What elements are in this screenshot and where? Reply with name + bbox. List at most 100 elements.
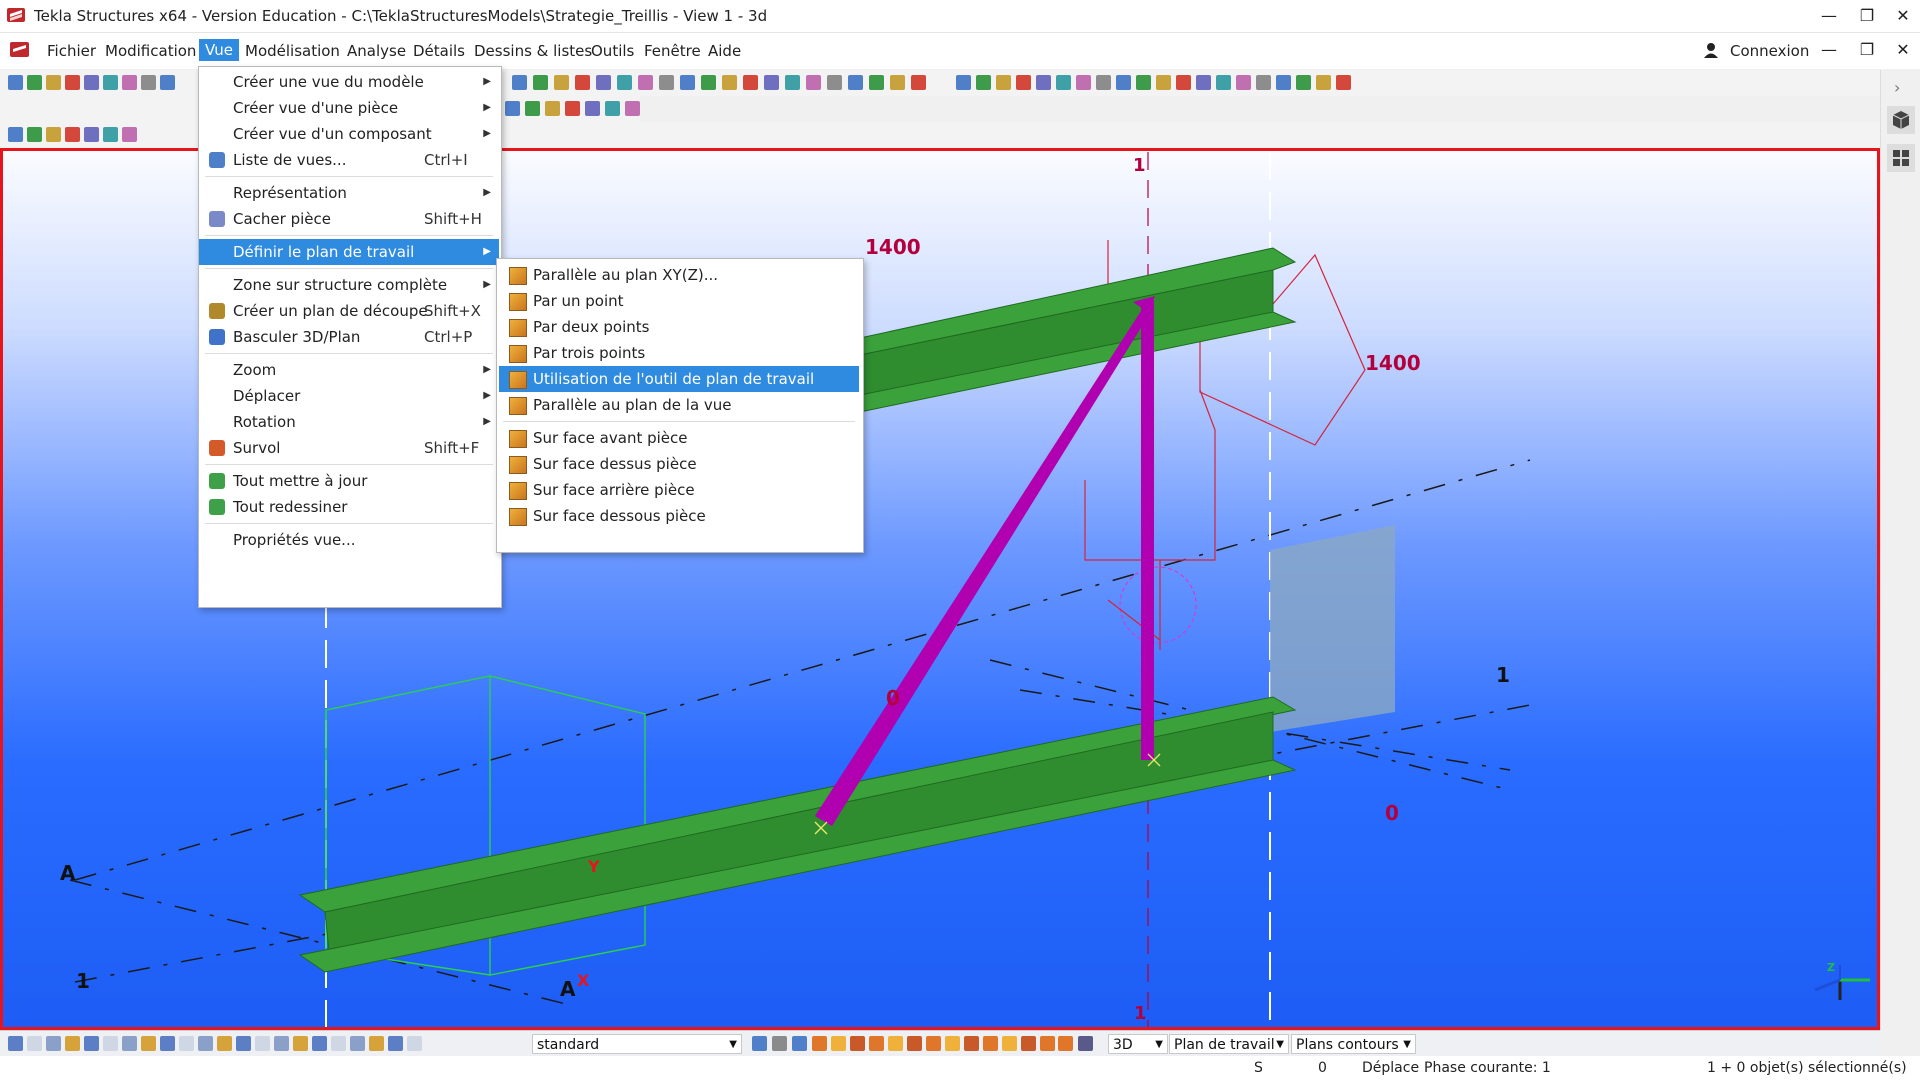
toolbar-tool-icon[interactable] <box>1096 75 1111 90</box>
toolbar-tool-icon[interactable] <box>976 75 991 90</box>
toolbar-tool-icon[interactable] <box>350 1036 365 1051</box>
toolbar-tool-icon[interactable] <box>388 1036 403 1051</box>
toolbar-tool-icon[interactable] <box>869 1036 884 1051</box>
toolbar-tool-icon[interactable] <box>911 75 926 90</box>
toolbar-tool-icon[interactable] <box>274 1036 289 1051</box>
login-button[interactable]: Connexion <box>1730 42 1809 60</box>
workplane-menu-item[interactable]: Parallèle au plan de la vue <box>499 392 859 418</box>
toolbar-tool-icon[interactable] <box>1216 75 1231 90</box>
toolbar-tool-icon[interactable] <box>122 75 137 90</box>
toolbar-tool-icon[interactable] <box>160 1036 175 1051</box>
vue-menu-item[interactable]: Zone sur structure complète ▶ <box>199 272 499 298</box>
minimize-button[interactable]: — <box>1812 4 1846 28</box>
toolbar-tool-icon[interactable] <box>701 75 716 90</box>
toolbar-tool-icon[interactable] <box>1040 1036 1055 1051</box>
toolbar-tool-icon[interactable] <box>407 1036 422 1051</box>
selection-filter-combo[interactable]: standard ▼ <box>532 1034 742 1054</box>
upper-beam[interactable] <box>859 247 1297 413</box>
workplane-menu-item[interactable]: Par trois points <box>499 340 859 366</box>
vue-menu-item[interactable]: Zoom ▶ <box>199 357 499 383</box>
toolbar-tool-icon[interactable] <box>638 75 653 90</box>
toolbar-tool-icon[interactable] <box>1036 75 1051 90</box>
toolbar-tool-icon[interactable] <box>956 75 971 90</box>
toolbar-tool-icon[interactable] <box>617 75 632 90</box>
toolbar-tool-icon[interactable] <box>27 127 42 142</box>
toolbar-tool-icon[interactable] <box>722 75 737 90</box>
toolbar-tool-icon[interactable] <box>983 1036 998 1051</box>
toolbar-tool-icon[interactable] <box>103 1036 118 1051</box>
doc-minimize-button[interactable]: — <box>1812 38 1846 62</box>
toolbar-tool-icon[interactable] <box>764 75 779 90</box>
toolbar-tool-icon[interactable] <box>659 75 674 90</box>
toolbar-tool-icon[interactable] <box>545 101 560 116</box>
toolbar-tool-icon[interactable] <box>785 75 800 90</box>
vue-menu-item[interactable]: Cacher pièce Shift+H <box>199 206 499 232</box>
vue-menu-item[interactable]: Rotation ▶ <box>199 409 499 435</box>
toolbar-tool-icon[interactable] <box>46 75 61 90</box>
menu-vue[interactable]: Vue <box>199 39 239 61</box>
close-button[interactable]: ✕ <box>1886 4 1920 28</box>
vue-menu-item[interactable]: Créer vue d'un composant ▶ <box>199 121 499 147</box>
toolbar-tool-icon[interactable] <box>8 127 23 142</box>
3d-cube-icon[interactable] <box>1887 106 1915 134</box>
toolbar-tool-icon[interactable] <box>848 75 863 90</box>
toolbar-tool-icon[interactable] <box>369 1036 384 1051</box>
toolbar-tool-icon[interactable] <box>890 75 905 90</box>
toolbar-tool-icon[interactable] <box>596 75 611 90</box>
contour-planes-combo[interactable]: Plans contours ▼ <box>1291 1034 1416 1054</box>
menu-analyse[interactable]: Analyse <box>347 42 406 60</box>
doc-close-button[interactable]: ✕ <box>1886 38 1920 62</box>
toolbar-tool-icon[interactable] <box>141 1036 156 1051</box>
workplane-menu-item[interactable]: Sur face avant pièce <box>499 425 859 451</box>
toolbar-tool-icon[interactable] <box>850 1036 865 1051</box>
toolbar-tool-icon[interactable] <box>331 1036 346 1051</box>
menu-fichier[interactable]: Fichier <box>47 42 96 60</box>
toolbar-tool-icon[interactable] <box>1056 75 1071 90</box>
toolbar-tool-icon[interactable] <box>1058 1036 1073 1051</box>
toolbar-tool-icon[interactable] <box>46 127 61 142</box>
toolbar-tool-icon[interactable] <box>1296 75 1311 90</box>
menu-aide[interactable]: Aide <box>708 42 741 60</box>
toolbar-tool-icon[interactable] <box>1002 1036 1017 1051</box>
vue-menu-item[interactable]: Basculer 3D/Plan Ctrl+P <box>199 324 499 350</box>
maximize-button[interactable]: ❐ <box>1850 4 1884 28</box>
apps-grid-icon[interactable] <box>1887 144 1915 172</box>
workplane-menu-item[interactable]: Sur face dessus pièce <box>499 451 859 477</box>
workplane-menu-item[interactable]: Sur face arrière pièce <box>499 477 859 503</box>
toolbar-tool-icon[interactable] <box>1196 75 1211 90</box>
toolbar-tool-icon[interactable] <box>1276 75 1291 90</box>
toolbar-tool-icon[interactable] <box>806 75 821 90</box>
toolbar-tool-icon[interactable] <box>1076 75 1091 90</box>
toolbar-tool-icon[interactable] <box>122 1036 137 1051</box>
toolbar-tool-icon[interactable] <box>312 1036 327 1051</box>
toolbar-tool-icon[interactable] <box>1176 75 1191 90</box>
toolbar-tool-icon[interactable] <box>27 75 42 90</box>
workplane-combo[interactable]: Plan de travail ▼ <box>1169 1034 1289 1054</box>
toolbar-tool-icon[interactable] <box>792 1036 807 1051</box>
toolbar-tool-icon[interactable] <box>869 75 884 90</box>
toolbar-tool-icon[interactable] <box>554 75 569 90</box>
toolbar-tool-icon[interactable] <box>255 1036 270 1051</box>
toolbar-tool-icon[interactable] <box>84 127 99 142</box>
tekla-menu-icon[interactable] <box>8 39 32 61</box>
vue-menu-item[interactable]: Créer un plan de découpe Shift+X <box>199 298 499 324</box>
toolbar-tool-icon[interactable] <box>198 1036 213 1051</box>
toolbar-tool-icon[interactable] <box>964 1036 979 1051</box>
toolbar-tool-icon[interactable] <box>772 1036 787 1051</box>
chevron-right-icon[interactable]: › <box>1894 78 1900 97</box>
toolbar-tool-icon[interactable] <box>65 127 80 142</box>
vue-menu-item[interactable]: Représentation ▶ <box>199 180 499 206</box>
toolbar-tool-icon[interactable] <box>752 1036 767 1051</box>
vue-menu-item[interactable]: Tout redessiner <box>199 494 499 520</box>
vue-menu-item[interactable]: Définir le plan de travail ▶ <box>199 239 499 265</box>
toolbar-tool-icon[interactable] <box>160 75 175 90</box>
vue-menu-item[interactable]: Liste de vues... Ctrl+I <box>199 147 499 173</box>
menu-details[interactable]: Détails <box>413 42 465 60</box>
toolbar-tool-icon[interactable] <box>103 75 118 90</box>
toolbar-tool-icon[interactable] <box>103 127 118 142</box>
toolbar-tool-icon[interactable] <box>1236 75 1251 90</box>
user-icon[interactable] <box>1703 42 1719 58</box>
vue-menu-item[interactable]: Créer une vue du modèle ▶ <box>199 69 499 95</box>
toolbar-tool-icon[interactable] <box>236 1036 251 1051</box>
doc-restore-button[interactable]: ❐ <box>1850 38 1884 62</box>
